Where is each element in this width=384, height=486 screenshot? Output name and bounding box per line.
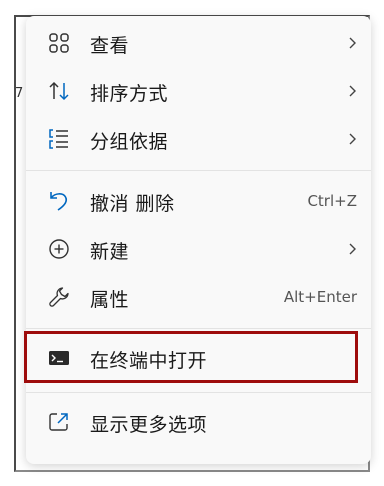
menu-item-group-by[interactable]: 分组依据 [26,115,371,163]
menu-separator [26,170,371,171]
chevron-right-icon [349,37,356,49]
menu-item-label: 分组依据 [90,131,169,153]
shortcut-label: Alt+Enter [283,288,357,306]
shortcut-label: Ctrl+Z [307,192,357,210]
undo-icon [50,192,68,211]
menu-item-label: 排序方式 [90,83,169,105]
sort-arrows-icon [49,81,69,101]
view-grid-icon [49,33,69,53]
new-plus-icon [49,239,69,259]
menu-item-label: 撤消 删除 [90,193,175,215]
menu-item-properties[interactable]: 属性 Alt+Enter [26,273,371,321]
chevron-right-icon [349,85,356,97]
menu-item-new[interactable]: 新建 [26,225,371,273]
show-more-icon [49,413,68,431]
menu-item-view[interactable]: 查看 [26,19,371,67]
menu-item-label: 查看 [90,35,130,57]
chevron-right-icon [349,243,356,255]
wrench-icon [49,287,69,307]
context-menu: 查看 排序方式 分组依据 撤消 删除 Ctrl+Z 新建 属性 Alt+Ente… [26,16,371,464]
group-list-icon [49,129,68,149]
highlight-box [24,331,358,383]
menu-item-show-more-options[interactable]: 显示更多选项 [26,398,371,446]
menu-item-label: 显示更多选项 [90,414,208,436]
menu-item-undo-delete[interactable]: 撤消 删除 Ctrl+Z [26,177,371,225]
menu-item-sort[interactable]: 排序方式 [26,67,371,115]
menu-item-label: 新建 [90,241,130,263]
menu-separator [26,392,371,393]
chevron-right-icon [349,133,356,145]
menu-item-label: 属性 [90,289,130,311]
menu-separator [26,328,371,329]
